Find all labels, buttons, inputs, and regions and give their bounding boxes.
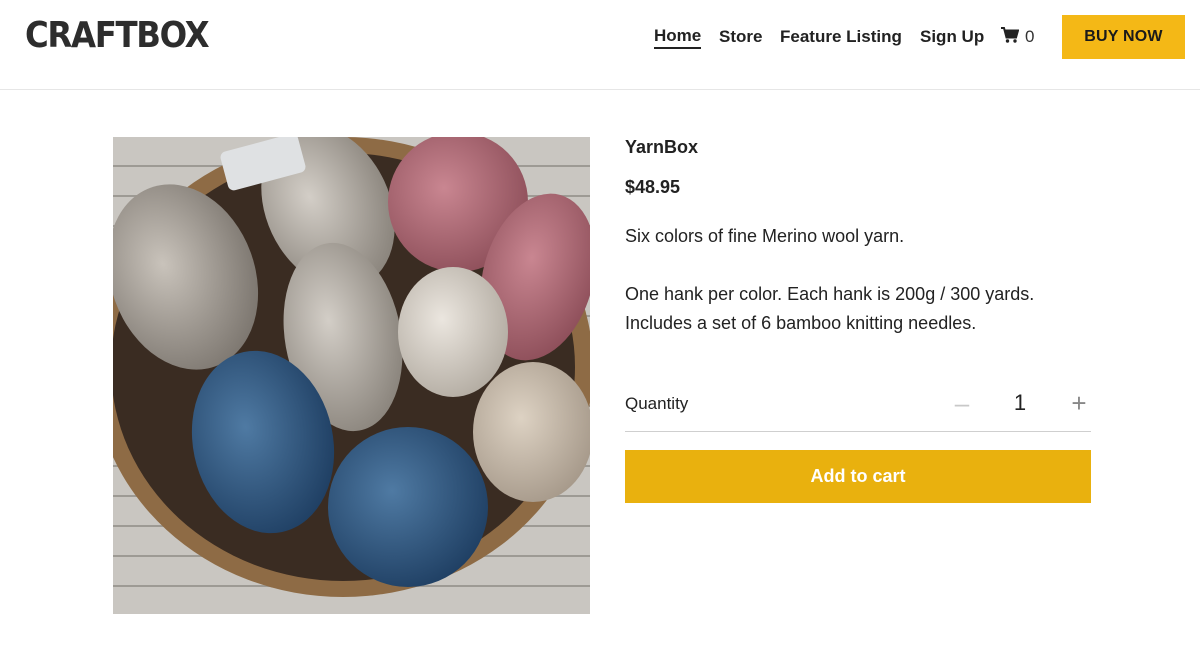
- site-header: CRAFTBOX Home Store Feature Listing Sign…: [0, 0, 1200, 90]
- quantity-value[interactable]: 1: [1005, 390, 1035, 416]
- product-description: Six colors of fine Merino wool yarn. One…: [625, 222, 1065, 338]
- yarn-photo: [113, 137, 590, 614]
- increase-quantity-button[interactable]: +: [1067, 388, 1091, 418]
- nav-feature-listing-link[interactable]: Feature Listing: [780, 27, 902, 47]
- buy-now-button[interactable]: BUY NOW: [1062, 15, 1185, 59]
- cart-icon: [1001, 26, 1020, 48]
- product-image: [113, 137, 590, 614]
- nav-item-home[interactable]: Home: [654, 26, 702, 49]
- nav-item-sign-up[interactable]: Sign Up: [920, 26, 984, 48]
- cart-button[interactable]: 0: [1001, 26, 1034, 48]
- description-paragraph: One hank per color. Each hank is 200g / …: [625, 284, 1035, 333]
- description-paragraph: Six colors of fine Merino wool yarn.: [625, 226, 905, 246]
- nav-store-link[interactable]: Store: [719, 27, 762, 47]
- nav-sign-up-link[interactable]: Sign Up: [920, 27, 984, 47]
- cart-count: 0: [1025, 27, 1035, 46]
- nav-item-feature-listing[interactable]: Feature Listing: [780, 26, 902, 48]
- nav-item-store[interactable]: Store: [719, 26, 762, 48]
- logo[interactable]: CRAFTBOX: [25, 15, 210, 56]
- add-to-cart-button[interactable]: Add to cart: [625, 450, 1091, 503]
- decrease-quantity-button[interactable]: –: [950, 388, 974, 418]
- product-title: YarnBox: [625, 137, 699, 157]
- nav-home-link[interactable]: Home: [654, 26, 702, 49]
- quantity-label: Quantity: [625, 394, 689, 413]
- quantity-stepper: Quantity – 1 +: [625, 386, 1091, 432]
- product-price: $48.95: [625, 177, 681, 197]
